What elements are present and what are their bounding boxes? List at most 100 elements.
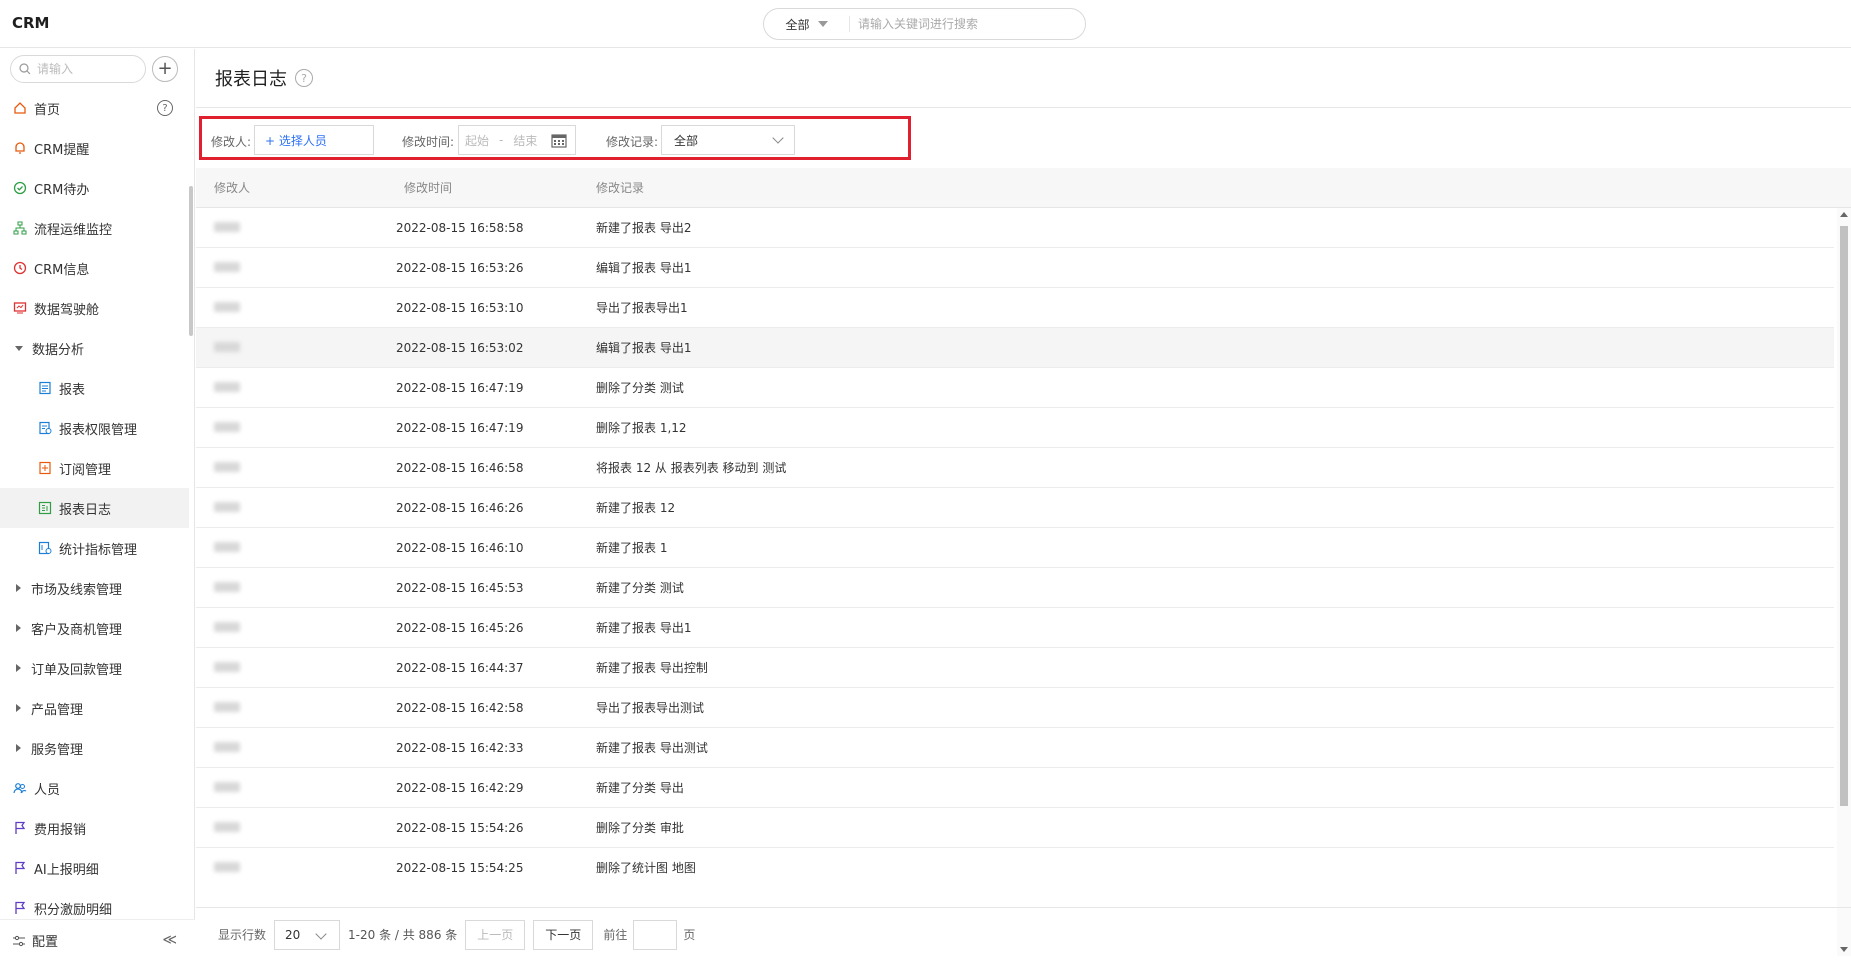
cell-record: 新建了报表 导出2 — [596, 221, 692, 235]
cell-modifier — [196, 661, 396, 675]
sidebar-item-16[interactable]: 服务管理 — [0, 728, 189, 768]
table-row[interactable]: 2022-08-15 16:58:58 新建了报表 导出2 — [196, 208, 1834, 248]
table-row[interactable]: 2022-08-15 16:53:02 编辑了报表 导出1 — [196, 328, 1834, 368]
table-row[interactable]: 2022-08-15 16:47:19 删除了报表 1,12 — [196, 408, 1834, 448]
table-row[interactable]: 2022-08-15 16:46:26 新建了报表 12 — [196, 488, 1834, 528]
sidebar-item-12[interactable]: 市场及线索管理 — [0, 568, 189, 608]
sidebar-item-1[interactable]: CRM提醒 — [0, 128, 189, 168]
cell-modifier — [196, 221, 396, 235]
date-end: 结束 — [513, 133, 538, 148]
sidebar-item-label: 费用报销 — [34, 822, 87, 838]
log-table: 修改人 修改时间 修改记录 2022-08-15 16:58:58 新建了报表 导… — [196, 168, 1851, 882]
sidebar-scrollbar[interactable] — [189, 186, 193, 336]
sidebar-item-10[interactable]: 报表日志 — [0, 488, 189, 528]
global-search-input[interactable] — [850, 17, 1085, 31]
sidebar-item-label: AI上报明细 — [34, 862, 99, 878]
cell-time: 2022-08-15 16:47:19 — [396, 380, 524, 395]
page-title: 报表日志 — [215, 69, 287, 90]
sidebar-item-8[interactable]: 报表权限管理 — [0, 408, 189, 448]
cell-record: 删除了分类 审批 — [596, 821, 684, 835]
cell-time: 2022-08-15 16:45:26 — [396, 620, 524, 635]
sidebar-item-label: 市场及线索管理 — [31, 582, 123, 598]
cell-time: 2022-08-15 16:53:26 — [396, 260, 524, 275]
sidebar-item-0[interactable]: 首页? — [0, 88, 189, 128]
sidebar-item-3[interactable]: 流程运维监控 — [0, 208, 189, 248]
cell-record: 删除了报表 1,12 — [596, 421, 687, 435]
sidebar-item-13[interactable]: 客户及商机管理 — [0, 608, 189, 648]
modifier-picker[interactable]: + 选择人员 — [254, 125, 374, 155]
table-row[interactable]: 2022-08-15 16:47:19 删除了分类 测试 — [196, 368, 1834, 408]
redacted-name — [214, 581, 240, 592]
table-row[interactable]: 2022-08-15 16:42:29 新建了分类 导出 — [196, 768, 1834, 808]
table-row[interactable]: 2022-08-15 16:45:26 新建了报表 导出1 — [196, 608, 1834, 648]
sidebar-item-label: CRM待办 — [34, 182, 90, 198]
app-logo[interactable]: CRM — [12, 14, 50, 32]
table-row[interactable]: 2022-08-15 16:53:10 导出了报表导出1 — [196, 288, 1834, 328]
sidebar-item-label: 报表 — [59, 382, 86, 398]
table-row[interactable]: 2022-08-15 16:42:33 新建了报表 导出测试 — [196, 728, 1834, 768]
caret-right-icon — [16, 704, 21, 712]
table-row[interactable]: 2022-08-15 15:54:25 删除了统计图 地图 — [196, 848, 1834, 882]
sidebar-item-4[interactable]: CRM信息 — [0, 248, 189, 288]
help-icon[interactable]: ? — [157, 100, 173, 116]
sidebar-item-6[interactable]: 数据分析 — [0, 328, 189, 368]
add-button[interactable]: + — [152, 56, 178, 82]
sidebar-item-label: CRM信息 — [34, 262, 90, 278]
sidebar-item-2[interactable]: CRM待办 — [0, 168, 189, 208]
cell-modifier — [196, 821, 396, 835]
sidebar-item-11[interactable]: 统计指标管理 — [0, 528, 189, 568]
table-row[interactable]: 2022-08-15 16:42:58 导出了报表导出测试 — [196, 688, 1834, 728]
cell-modifier — [196, 741, 396, 755]
cell-record: 新建了分类 测试 — [596, 581, 684, 595]
search-scope-dropdown[interactable]: 全部 — [764, 16, 850, 32]
scroll-up-icon[interactable] — [1840, 212, 1848, 217]
flag-icon — [12, 900, 28, 916]
cell-time: 2022-08-15 16:46:10 — [396, 540, 524, 555]
scroll-thumb[interactable] — [1840, 226, 1848, 806]
calendar-icon — [551, 134, 567, 148]
table-row[interactable]: 2022-08-15 16:53:26 编辑了报表 导出1 — [196, 248, 1834, 288]
cell-modifier — [196, 381, 396, 395]
record-label: 修改记录: — [606, 135, 659, 149]
sidebar-search-input[interactable] — [37, 62, 137, 76]
date-range-picker[interactable]: 起始 - 结束 — [458, 125, 576, 155]
sidebar-item-15[interactable]: 产品管理 — [0, 688, 189, 728]
caret-right-icon — [16, 744, 21, 752]
config-label[interactable]: 配置 — [32, 931, 58, 950]
select-people-link[interactable]: + 选择人员 — [255, 132, 327, 149]
next-page-button[interactable]: 下一页 — [533, 919, 594, 950]
redacted-name — [214, 541, 240, 552]
page-size-select[interactable]: 20 — [274, 919, 341, 950]
record-type-select[interactable]: 全部 — [661, 125, 795, 155]
sidebar-item-9[interactable]: 订阅管理 — [0, 448, 189, 488]
sidebar-item-14[interactable]: 订单及回款管理 — [0, 648, 189, 688]
sidebar-item-19[interactable]: AI上报明细 — [0, 848, 189, 888]
cell-record: 编辑了报表 导出1 — [596, 341, 692, 355]
cell-modifier — [196, 301, 396, 315]
table-row[interactable]: 2022-08-15 16:46:10 新建了报表 1 — [196, 528, 1834, 568]
sidebar-item-17[interactable]: 人员 — [0, 768, 189, 808]
collapse-sidebar-icon[interactable]: ≪ — [162, 932, 177, 948]
table-row[interactable]: 2022-08-15 16:44:37 新建了报表 导出控制 — [196, 648, 1834, 688]
table-row[interactable]: 2022-08-15 16:45:53 新建了分类 测试 — [196, 568, 1834, 608]
cell-time: 2022-08-15 16:42:29 — [396, 780, 524, 795]
table-row[interactable]: 2022-08-15 16:46:58 将报表 12 从 报表列表 移动到 测试 — [196, 448, 1834, 488]
search-scope-label: 全部 — [785, 17, 810, 32]
sidebar-item-5[interactable]: 数据驾驶舱 — [0, 288, 189, 328]
cell-modifier — [196, 701, 396, 715]
redacted-name — [214, 341, 240, 352]
cell-record: 新建了报表 导出测试 — [596, 741, 708, 755]
caret-right-icon — [16, 584, 21, 592]
goto-page-input[interactable] — [633, 919, 678, 950]
help-icon[interactable]: ? — [295, 69, 313, 87]
column-record: 修改记录 — [596, 181, 645, 195]
prev-page-button[interactable]: 上一页 — [465, 919, 526, 950]
table-scrollbar[interactable] — [1837, 208, 1851, 956]
report-log-icon — [37, 500, 53, 516]
sidebar-item-7[interactable]: 报表 — [0, 368, 189, 408]
sidebar-footer: 配置 ≪ — [0, 919, 195, 961]
sidebar-item-18[interactable]: 费用报销 — [0, 808, 189, 848]
sidebar-search — [10, 55, 146, 83]
table-row[interactable]: 2022-08-15 15:54:26 删除了分类 审批 — [196, 808, 1834, 848]
report-icon — [37, 380, 53, 396]
